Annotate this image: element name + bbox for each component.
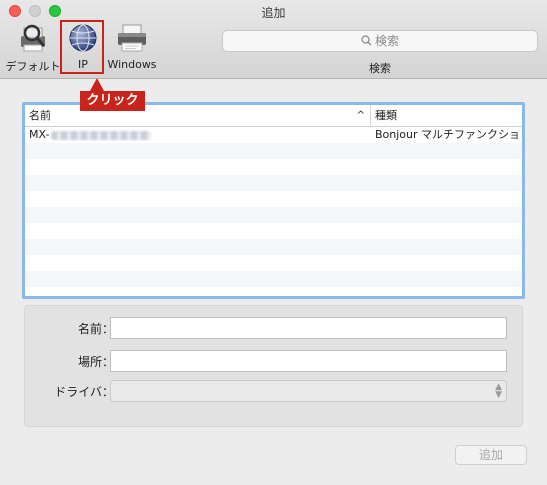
search-placeholder: 検索 [374,34,399,48]
driver-row: ドライバ： ▲ ▼ [25,380,524,402]
location-label: 場所： [77,355,114,369]
printer-list[interactable]: 名前 ^ 種類 MX- Bonjour マルチファンクション [22,102,525,299]
name-field[interactable] [110,317,507,339]
search-label: 検索 [369,62,391,75]
location-row: 場所： [25,350,524,372]
driver-label: ドライバ： [54,385,114,399]
name-label: 名前： [77,322,114,336]
default-printers-icon [15,22,51,54]
search-input[interactable]: 検索 [222,30,538,52]
add-printer-window: 追加 デフォルト IP Windows 検索 検索 名前 ^ 種類 MX- Bo… [0,0,547,485]
toolbar: 追加 デフォルト IP Windows 検索 検索 [0,0,547,79]
window-title: 追加 [261,6,286,20]
up-down-chevron-icon: ▲ ▼ [495,382,502,400]
column-header-kind[interactable]: 種類 [371,105,522,126]
search-icon [361,32,372,52]
printer-name-text: MX- [29,128,50,141]
name-row: 名前： [25,317,524,339]
sort-ascending-icon: ^ [356,110,365,121]
column-header-name[interactable]: 名前 ^ [25,105,371,126]
callout-pointer [90,78,104,91]
windows-printer-icon [114,22,150,54]
click-callout: クリック [80,91,145,111]
location-field[interactable] [110,350,507,372]
empty-row [25,287,522,296]
driver-select[interactable]: ▲ ▼ [110,380,507,402]
empty-row [25,207,522,223]
tool-windows-label: Windows [107,58,157,71]
column-header-name-label: 名前 [29,109,51,122]
printer-details-panel: 名前： 場所： ドライバ： ▲ ▼ [24,305,523,427]
tool-windows[interactable]: Windows [104,22,160,74]
empty-row [25,255,522,271]
printer-list-body: MX- Bonjour マルチファンクション [25,127,522,296]
empty-row [25,191,522,207]
empty-row [25,159,522,175]
tool-default-label: デフォルト [5,60,61,73]
printer-row-kind: Bonjour マルチファンクション [375,128,522,141]
redacted-printer-name [51,130,152,140]
printer-row[interactable]: MX- Bonjour マルチファンクション [25,127,522,143]
empty-row [25,175,522,191]
annotation-highlight-box [60,20,104,74]
empty-row [25,223,522,239]
empty-row [25,239,522,255]
tool-default[interactable]: デフォルト [5,22,61,74]
add-button[interactable]: 追加 [455,445,527,465]
empty-row [25,271,522,287]
empty-row [25,143,522,159]
printer-row-name: MX- [25,127,371,143]
